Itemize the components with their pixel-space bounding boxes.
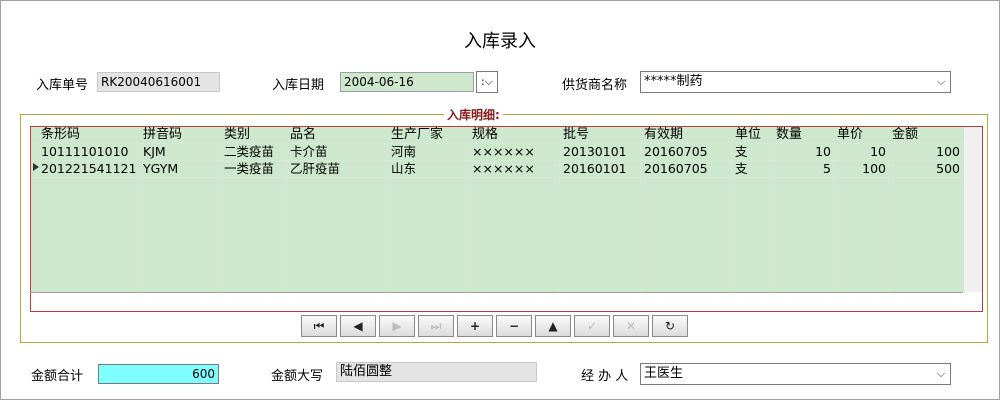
col-header-category[interactable]: 类别 [222,127,286,143]
order-no-field[interactable]: RK20040616001 [97,72,220,92]
cell-amount[interactable]: 500 [890,161,962,177]
col-header-pinyin[interactable]: 拼音码 [141,127,220,143]
refresh-record-button[interactable]: ↻ [652,315,688,337]
cell-spec[interactable]: ×××××× [470,161,559,177]
page-title: 入库录入 [464,31,536,52]
post-record-icon: ✓ [586,319,598,333]
handler-label: 经 办 人 [581,369,629,384]
cancel-record-icon: ✕ [625,319,637,333]
supplier-select[interactable]: *****制药 ⌵ [640,71,951,93]
first-record-icon: ⏮ [313,319,325,333]
date-field[interactable]: 2004-06-16 [340,72,474,92]
cell-quantity[interactable]: 5 [774,161,833,177]
date-label: 入库日期 [272,78,325,93]
uppercase-field[interactable]: 陆佰圆整 [336,362,537,382]
edit-record-icon: ▲ [548,319,558,333]
prior-record-icon: ◀ [353,319,363,333]
grid-bottom-border [30,292,963,293]
next-record-icon: ▶ [392,319,402,333]
handler-value: 王医生 [644,366,684,381]
cell-manufacturer[interactable]: 山东 [389,161,468,177]
order-no-label: 入库单号 [36,78,89,93]
cell-manufacturer[interactable]: 河南 [389,144,468,160]
detail-grid[interactable]: 条形码 拼音码 类别 品名 生产厂家 规格 批号 有效期 单位 数量 单价 金额… [31,127,964,292]
next-record-button[interactable]: ▶ [379,315,415,337]
col-header-manufacturer[interactable]: 生产厂家 [389,127,468,143]
cell-price[interactable]: 10 [835,144,888,160]
cell-category[interactable]: 二类疫苗 [222,144,286,160]
date-dropdown-button[interactable]: :⌵ [476,71,498,93]
total-label: 金额合计 [31,369,84,384]
grid-header: 条形码 拼音码 类别 品名 生产厂家 规格 批号 有效期 单位 数量 单价 金额 [31,127,964,143]
col-header-unit[interactable]: 单位 [733,127,772,143]
col-header-batch[interactable]: 批号 [561,127,640,143]
last-record-button[interactable]: ⏭ [418,315,454,337]
cancel-record-button[interactable]: ✕ [613,315,649,337]
current-row-indicator-icon [33,163,39,171]
first-record-button[interactable]: ⏮ [301,315,337,337]
cell-unit[interactable]: 支 [733,161,772,177]
date-chevron-icon: :⌵ [480,75,494,88]
cell-batch[interactable]: 20130101 [561,144,640,160]
cell-product[interactable]: 乙肝疫苗 [288,161,387,177]
uppercase-label: 金额大写 [271,369,324,384]
delete-record-icon: − [508,319,520,333]
total-field[interactable]: 600 [98,364,219,384]
col-header-price[interactable]: 单价 [835,127,888,143]
refresh-record-icon: ↻ [664,319,676,333]
cell-pinyin[interactable]: YGYM [141,161,220,177]
handler-select[interactable]: 王医生 ⌵ [640,363,951,385]
insert-record-button[interactable]: + [457,315,493,337]
prior-record-button[interactable]: ◀ [340,315,376,337]
cell-quantity[interactable]: 10 [774,144,833,160]
cell-barcode[interactable]: 201221541121 [39,161,139,177]
cell-category[interactable]: 一类疫苗 [222,161,286,177]
col-header-quantity[interactable]: 数量 [774,127,833,143]
supplier-value: *****制药 [644,74,703,89]
grid-vertical-scrollbar[interactable] [964,127,982,292]
post-record-button[interactable]: ✓ [574,315,610,337]
chevron-down-icon: ⌵ [936,75,946,88]
detail-group-title: 入库明细: [444,106,503,123]
table-row[interactable]: 201221541121 YGYM 一类疫苗 乙肝疫苗 山东 ×××××× 20… [31,161,964,177]
col-header-expiry[interactable]: 有效期 [642,127,731,143]
col-header-barcode[interactable]: 条形码 [39,127,139,143]
cell-amount[interactable]: 100 [890,144,962,160]
cell-spec[interactable]: ×××××× [470,144,559,160]
cell-unit[interactable]: 支 [733,144,772,160]
delete-record-button[interactable]: − [496,315,532,337]
cell-batch[interactable]: 20160101 [561,161,640,177]
col-header-amount[interactable]: 金额 [890,127,962,143]
table-row[interactable]: 10111101010 KJM 二类疫苗 卡介苗 河南 ×××××× 20130… [31,144,964,161]
cell-price[interactable]: 100 [835,161,888,177]
last-record-icon: ⏭ [430,319,442,333]
cell-pinyin[interactable]: KJM [141,144,220,160]
cell-expiry[interactable]: 20160705 [642,161,731,177]
col-header-spec[interactable]: 规格 [470,127,559,143]
chevron-down-icon: ⌵ [936,367,946,380]
insert-record-icon: + [469,319,481,333]
edit-record-button[interactable]: ▲ [535,315,571,337]
cell-product[interactable]: 卡介苗 [288,144,387,160]
supplier-label: 供货商名称 [562,78,628,93]
col-header-product[interactable]: 品名 [288,127,387,143]
cell-expiry[interactable]: 20160705 [642,144,731,160]
cell-barcode[interactable]: 10111101010 [39,144,139,160]
